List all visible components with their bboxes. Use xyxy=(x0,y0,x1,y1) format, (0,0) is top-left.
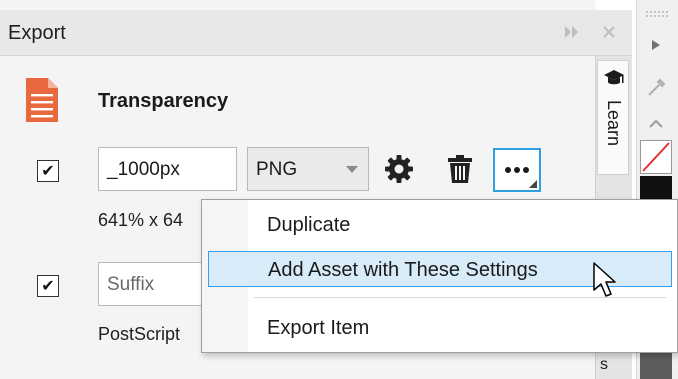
menu-item-duplicate[interactable]: Duplicate xyxy=(202,207,677,243)
dropdown-corner-indicator xyxy=(529,180,537,188)
gear-icon[interactable] xyxy=(381,151,417,187)
chevron-up-icon[interactable] xyxy=(648,116,664,134)
chevron-down-icon xyxy=(346,166,358,173)
learn-tab-label: Learn xyxy=(604,100,624,147)
suffix-input-2[interactable]: Suffix xyxy=(98,262,208,306)
close-icon[interactable] xyxy=(598,21,620,43)
export-format-text: PostScript xyxy=(98,324,181,344)
mouse-cursor-icon xyxy=(593,262,617,303)
panel-title: Export xyxy=(8,22,66,44)
grip-handle[interactable] xyxy=(645,10,669,18)
export-checkbox-2[interactable]: ✔ xyxy=(37,275,59,297)
black-color-swatch[interactable] xyxy=(640,176,672,200)
graduation-cap-icon xyxy=(603,67,625,94)
document-icon xyxy=(26,78,58,127)
double-chevron-right-icon[interactable] xyxy=(561,21,583,43)
no-color-swatch[interactable] xyxy=(640,140,672,174)
more-options-button[interactable] xyxy=(493,148,541,192)
document-name: Transparency xyxy=(98,90,229,112)
format-value: PNG xyxy=(256,159,298,180)
eyedropper-icon[interactable] xyxy=(646,76,668,103)
more-icon xyxy=(505,167,529,173)
export-size-text: 641% x 64 xyxy=(98,210,184,230)
export-checkbox-1[interactable]: ✔ xyxy=(37,160,59,182)
format-select[interactable]: PNG xyxy=(247,147,369,191)
menu-item-export-item[interactable]: Export Item xyxy=(202,310,677,346)
play-icon[interactable] xyxy=(651,38,661,56)
suffix-input-1[interactable]: _1000px xyxy=(98,147,237,191)
panel-header: Export xyxy=(0,10,632,56)
bottom-tab-label: s xyxy=(600,356,608,373)
trash-icon[interactable] xyxy=(442,151,478,187)
